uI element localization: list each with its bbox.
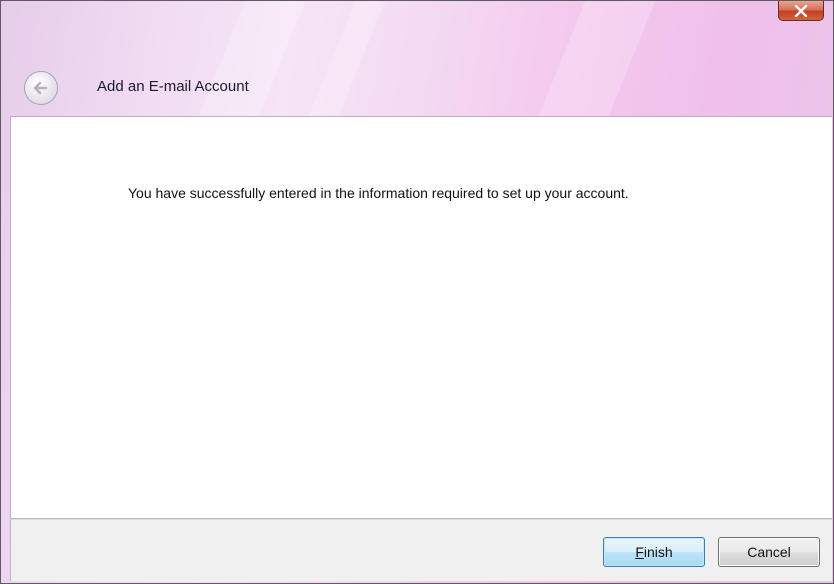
finish-label: inish	[643, 544, 673, 560]
finish-button[interactable]: Finish	[603, 537, 705, 567]
glass-streak	[306, 1, 386, 121]
finish-mnemonic: F	[635, 544, 644, 560]
cancel-label: Cancel	[747, 544, 791, 560]
button-bar: Finish Cancel	[10, 519, 832, 581]
glass-streak	[196, 1, 306, 121]
glass-streak	[536, 1, 656, 121]
close-icon	[794, 4, 808, 17]
content-panel: You have successfully entered in the inf…	[10, 116, 832, 519]
success-message: You have successfully entered in the inf…	[128, 185, 629, 201]
close-button[interactable]	[778, 1, 824, 21]
back-arrow-icon	[31, 78, 51, 98]
cancel-button[interactable]: Cancel	[718, 537, 820, 567]
wizard-title: Add an E-mail Account	[97, 78, 249, 95]
back-button[interactable]	[24, 71, 58, 105]
dialog-window: Add an E-mail Account You have successfu…	[0, 0, 834, 584]
